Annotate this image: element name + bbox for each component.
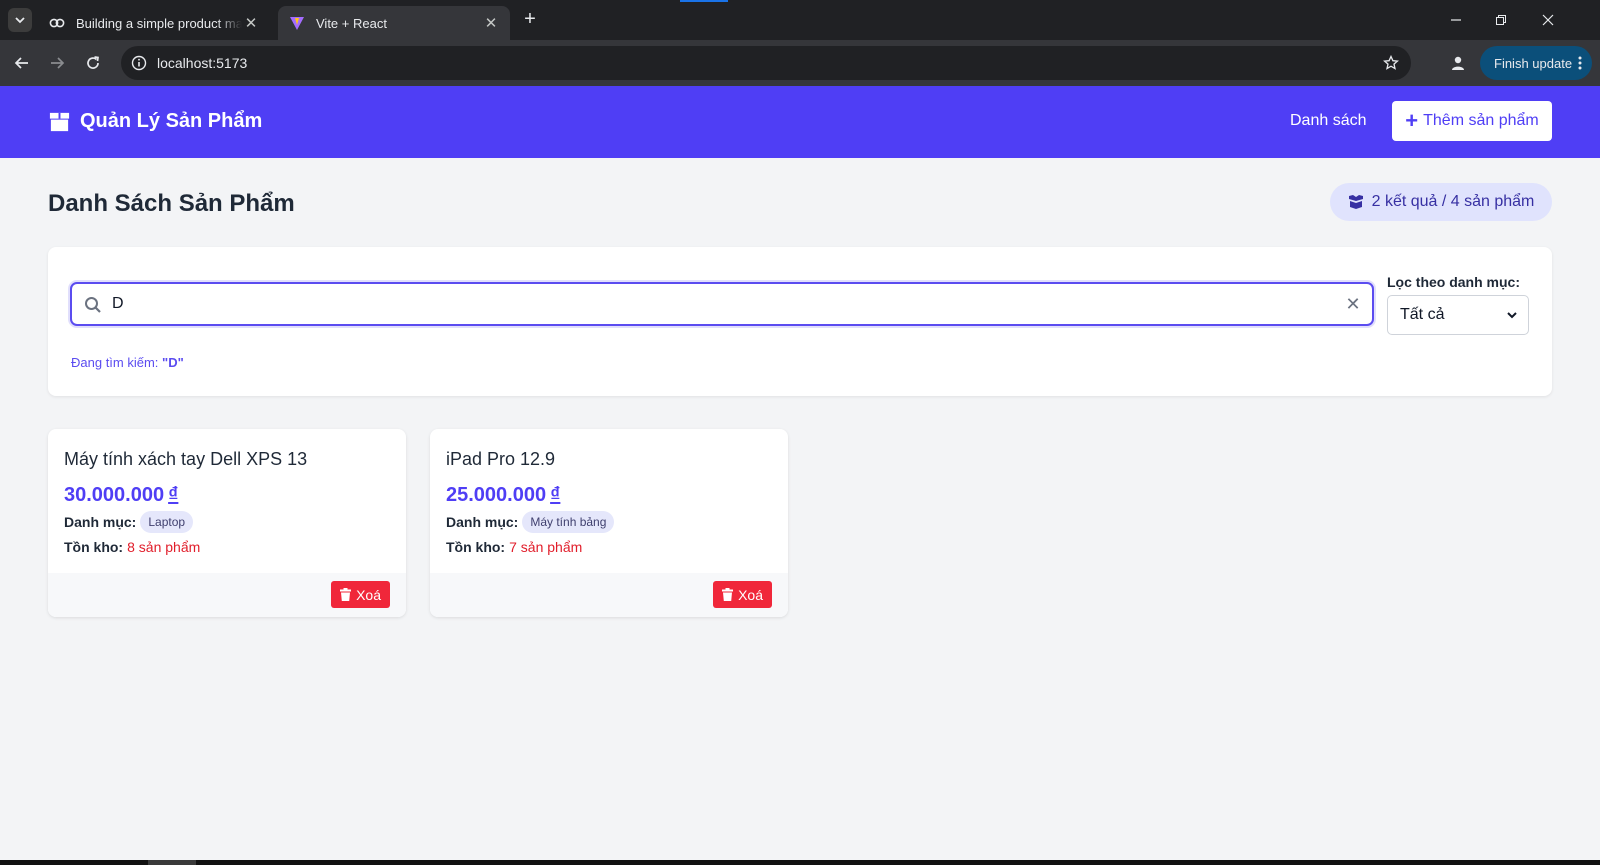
tabstrip-indicator — [680, 0, 728, 2]
delete-label: Xoá — [356, 586, 381, 603]
card-footer: Xoá — [430, 573, 788, 617]
restore-icon — [1496, 15, 1506, 25]
delete-button[interactable]: Xoá — [713, 581, 772, 608]
search-status-term: "D" — [162, 355, 184, 370]
nav-link-list[interactable]: Danh sách — [1290, 112, 1367, 130]
delete-button[interactable]: Xoá — [331, 581, 390, 608]
category-badge: Máy tính bảng — [522, 511, 615, 533]
address-bar[interactable]: localhost:5173 — [121, 46, 1411, 80]
product-card: Máy tính xách tay Dell XPS 13 30.000.000… — [48, 429, 406, 617]
reload-icon — [87, 56, 99, 69]
trash-icon — [340, 588, 352, 601]
person-icon — [1452, 56, 1464, 70]
more-vert-icon — [1578, 56, 1582, 70]
minimize-icon — [1451, 19, 1461, 21]
product-card: iPad Pro 12.9 25.000.000 ₫ Danh mục: Máy … — [430, 429, 788, 617]
taskbar-segment — [148, 860, 196, 865]
product-price: 30.000.000 ₫ — [64, 484, 178, 507]
arrow-left-icon — [14, 57, 28, 69]
stock-row: Tồn kho: 7 sản phẩm — [446, 539, 582, 555]
product-name: iPad Pro 12.9 — [446, 449, 556, 469]
stock-row: Tồn kho: 8 sản phẩm — [64, 539, 200, 555]
page-title: Danh Sách Sản Phẩm — [48, 190, 295, 217]
stock-value: 7 sản phẩm — [509, 539, 583, 555]
vite-icon — [288, 14, 306, 32]
category-filter-value: Tất cả — [1400, 306, 1445, 323]
search-field[interactable]: ✕ — [70, 282, 1374, 326]
clear-search-icon[interactable]: ✕ — [1344, 295, 1362, 313]
browser-tab-active[interactable]: Vite + React ✕ — [278, 6, 510, 40]
search-input[interactable] — [112, 292, 1312, 316]
currency-symbol: ₫ — [168, 484, 179, 506]
search-status: Đang tìm kiếm: "D" — [71, 355, 184, 370]
price-value: 30.000.000 — [64, 484, 165, 506]
delete-label: Xoá — [738, 586, 763, 603]
result-count-text: 2 kết quả / 4 sản phẩm — [1371, 193, 1535, 210]
restore-button[interactable] — [1488, 8, 1514, 32]
minimize-button[interactable] — [1443, 8, 1469, 32]
add-product-button[interactable]: + Thêm sản phẩm — [1392, 101, 1552, 141]
tab-title: Building a simple product mana — [76, 15, 242, 31]
category-filter-select[interactable]: Tất cả — [1387, 295, 1529, 335]
forward-button[interactable] — [45, 51, 69, 75]
add-product-label: Thêm sản phẩm — [1423, 112, 1539, 129]
plus-icon: + — [1405, 108, 1419, 133]
category-filter-label: Lọc theo danh mục: — [1387, 274, 1520, 290]
site-info-icon[interactable] — [129, 53, 149, 73]
category-label: Danh mục: — [446, 514, 519, 530]
bookmark-star-icon[interactable] — [1381, 53, 1401, 73]
category-badge: Laptop — [140, 511, 194, 533]
browser-tab-inactive[interactable]: Building a simple product mana ✕ — [38, 6, 270, 40]
close-icon[interactable]: ✕ — [482, 14, 500, 32]
search-status-prefix: Đang tìm kiếm: — [71, 355, 159, 370]
search-filter-card: ✕ Lọc theo danh mục: Tất cả Đang tìm kiế… — [48, 247, 1552, 396]
tab-search-button[interactable] — [8, 8, 32, 32]
stock-label: Tồn kho: — [64, 539, 124, 555]
close-window-button[interactable] — [1535, 8, 1561, 32]
stock-value: 8 sản phẩm — [127, 539, 201, 555]
brand[interactable]: Quản Lý Sản Phẩm — [48, 110, 262, 133]
back-button[interactable] — [10, 51, 34, 75]
stock-label: Tồn kho: — [446, 539, 506, 555]
update-label: Finish update — [1494, 55, 1573, 71]
chevron-down-icon — [15, 17, 25, 24]
brand-title: Quản Lý Sản Phẩm — [80, 110, 263, 132]
arrow-right-icon — [51, 57, 65, 69]
new-tab-button[interactable]: + — [520, 9, 540, 30]
reload-button[interactable] — [81, 51, 105, 75]
app-header: Quản Lý Sản Phẩm Danh sách + Thêm sản ph… — [0, 86, 1600, 158]
result-count-badge: 2 kết quả / 4 sản phẩm — [1330, 183, 1552, 221]
finish-update-button[interactable]: Finish update — [1480, 46, 1592, 80]
chevron-down-icon — [1507, 312, 1517, 319]
tab-title: Vite + React — [316, 15, 387, 31]
category-row: Danh mục: Laptop — [64, 511, 194, 533]
taskbar-edge — [0, 860, 1600, 865]
category-row: Danh mục: Máy tính bảng — [446, 511, 615, 533]
currency-symbol: ₫ — [550, 484, 561, 506]
close-icon[interactable]: ✕ — [242, 14, 260, 32]
product-name: Máy tính xách tay Dell XPS 13 — [64, 449, 308, 469]
box-icon — [49, 112, 70, 132]
product-price: 25.000.000 ₫ — [446, 484, 560, 507]
browser-toolbar: localhost:5173 Finish update — [0, 40, 1600, 86]
price-value: 25.000.000 — [446, 484, 547, 506]
card-footer: Xoá — [48, 573, 406, 617]
boxes-icon — [1348, 195, 1363, 209]
browser-tabstrip: Building a simple product mana ✕ Vite + … — [0, 0, 1600, 40]
trash-icon — [722, 588, 734, 601]
close-icon — [1542, 14, 1554, 26]
url-text[interactable]: localhost:5173 — [157, 46, 247, 80]
profile-button[interactable] — [1446, 51, 1470, 75]
copilot-icon — [48, 14, 66, 32]
category-label: Danh mục: — [64, 514, 137, 530]
search-icon — [85, 297, 101, 313]
